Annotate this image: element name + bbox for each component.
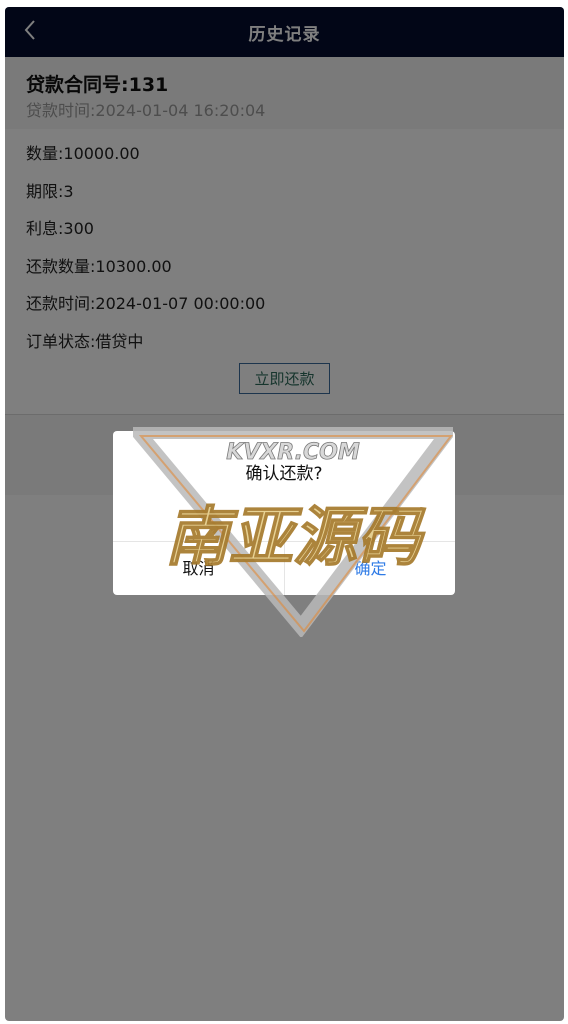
dialog-confirm-button[interactable]: 确定 — [285, 542, 455, 595]
confirm-repay-dialog: 确认还款? 取消 确定 — [113, 431, 455, 595]
dialog-cancel-button[interactable]: 取消 — [113, 542, 284, 595]
app-window: 历史记录 贷款合同号:131 贷款时间:2024-01-04 16:20:04 … — [5, 7, 564, 1021]
dialog-message: 确认还款? — [245, 464, 323, 484]
